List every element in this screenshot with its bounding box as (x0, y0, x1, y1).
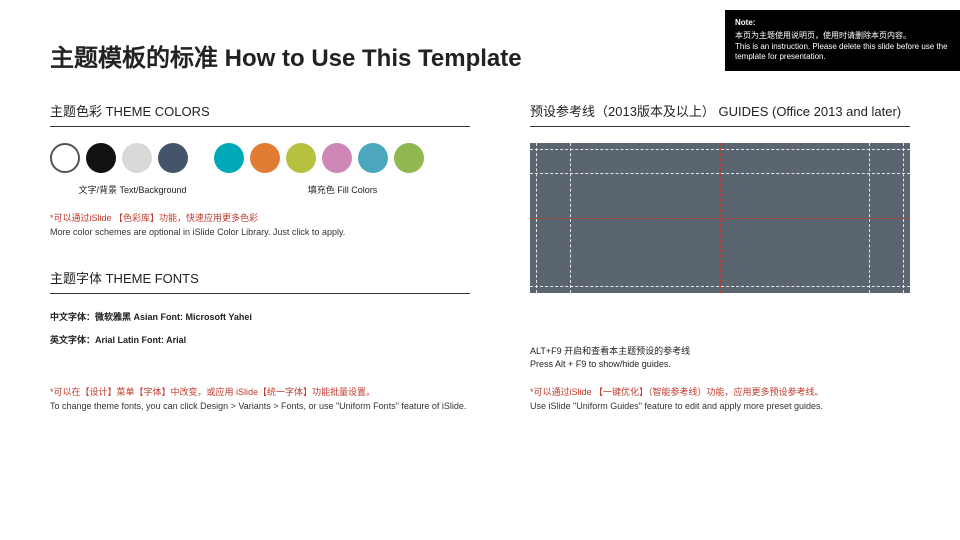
rule (50, 293, 470, 294)
rule (50, 126, 470, 127)
swatch-textbg-0 (50, 143, 80, 173)
swatch-textbg-2 (122, 143, 152, 173)
colors-tip-en: More color schemes are optional in iSlid… (50, 226, 470, 239)
swatch-fill-3 (322, 143, 352, 173)
guides-tip: *可以通过iSlide 【一键优化】（智能参考线）功能，应用更多预设参考线。 U… (530, 386, 910, 412)
swatch-fill-2 (286, 143, 316, 173)
swatch-fill-1 (250, 143, 280, 173)
column-left: 主题色彩 THEME COLORS 文字/背景 Text/Background … (50, 101, 470, 370)
theme-colors-heading: 主题色彩 THEME COLORS (50, 101, 470, 120)
swatch-fill-5 (394, 143, 424, 173)
swatch-row (50, 143, 470, 173)
colors-tip: *可以通过iSlide 【色彩库】功能，快速应用更多色彩 More color … (50, 212, 470, 238)
guides-heading: 预设参考线（2013版本及以上） GUIDES (Office 2013 and… (530, 101, 910, 120)
cn-font-line: 中文字体：微软雅黑 Asian Font: Microsoft Yahei (50, 310, 470, 323)
alt-f9-tip: ALT+F9 开启和查看本主题预设的参考线 Press Alt + F9 to … (530, 345, 910, 370)
colors-tip-cn: *可以通过iSlide 【色彩库】功能，快速应用更多色彩 (50, 212, 470, 225)
fonts-tip: *可以在【设计】菜单【字体】中改变，或应用 iSlide【统一字体】功能批量设置… (50, 386, 470, 412)
guide-preview (530, 143, 910, 293)
note-line-cn: 本页为主题使用说明页，使用时请删除本页内容。 (735, 31, 950, 42)
text-bg-swatches (50, 143, 188, 173)
note-box: Note: 本页为主题使用说明页，使用时请删除本页内容。 This is an … (725, 10, 960, 71)
slide-root: Note: 本页为主题使用说明页，使用时请删除本页内容。 This is an … (0, 0, 960, 540)
note-title: Note: (735, 18, 950, 29)
column-right: 预设参考线（2013版本及以上） GUIDES (Office 2013 and… (530, 101, 910, 370)
text-bg-label: 文字/背景 Text/Background (50, 183, 215, 196)
alt-f9-cn: ALT+F9 开启和查看本主题预设的参考线 (530, 345, 910, 358)
theme-fonts-section: 主题字体 THEME FONTS 中文字体：微软雅黑 Asian Font: M… (50, 268, 470, 346)
alt-f9-en: Press Alt + F9 to show/hide guides. (530, 358, 910, 371)
rule (530, 126, 910, 127)
swatch-textbg-1 (86, 143, 116, 173)
swatch-labels: 文字/背景 Text/Background 填充色 Fill Colors (50, 183, 470, 196)
guides-tip-cn: *可以通过iSlide 【一键优化】（智能参考线）功能，应用更多预设参考线。 (530, 386, 910, 399)
fonts-tip-cn: *可以在【设计】菜单【字体】中改变，或应用 iSlide【统一字体】功能批量设置… (50, 386, 470, 399)
theme-fonts-heading: 主题字体 THEME FONTS (50, 268, 470, 287)
swatch-fill-4 (358, 143, 388, 173)
bottom-row: *可以在【设计】菜单【字体】中改变，或应用 iSlide【统一字体】功能批量设置… (50, 370, 910, 412)
fill-swatches (214, 143, 424, 173)
note-line-en: This is an instruction. Please delete th… (735, 42, 950, 64)
swatch-textbg-3 (158, 143, 188, 173)
en-font-line: 英文字体：Arial Latin Font: Arial (50, 333, 470, 346)
swatch-fill-0 (214, 143, 244, 173)
fonts-tip-en: To change theme fonts, you can click Des… (50, 400, 470, 413)
guides-tip-en: Use iSlide "Uniform Guides" feature to e… (530, 400, 910, 413)
columns: 主题色彩 THEME COLORS 文字/背景 Text/Background … (50, 101, 910, 370)
fill-label: 填充色 Fill Colors (215, 183, 470, 196)
